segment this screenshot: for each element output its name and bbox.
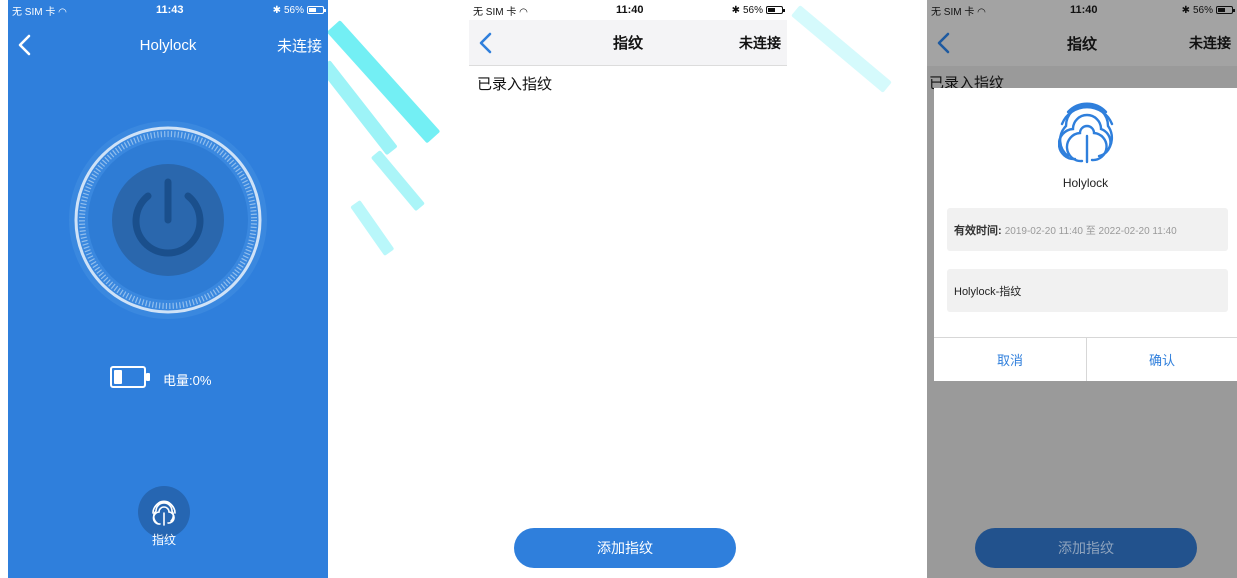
wifi-icon: ◠ xyxy=(977,6,986,18)
battery-percent: 56% xyxy=(1192,4,1213,16)
fingerprint-dialog-screen: 无 SIM 卡 ◠ 11:40 ✱ 56% 指纹 未连接 已录入指纹 Holyl… xyxy=(927,0,1237,578)
battery-percent: 56% xyxy=(283,4,304,16)
connection-status-button[interactable]: 未连接 xyxy=(739,33,781,53)
status-right: ✱ 56% xyxy=(731,4,785,16)
validity-label: 有效时间: xyxy=(954,224,1002,237)
cancel-button[interactable]: 取消 xyxy=(934,338,1086,381)
wifi-icon: ◠ xyxy=(519,6,528,18)
watermark xyxy=(370,150,425,212)
nav-bar: 指纹 未连接 xyxy=(469,20,787,66)
nav-bar: Holylock 未连接 xyxy=(8,22,328,68)
fingerprint-detail-dialog: Holylock 有效时间: 2019-02-20 11:40 至 2022-0… xyxy=(934,88,1237,381)
connection-status-button[interactable]: 未连接 xyxy=(1189,33,1231,53)
status-time: 11:43 xyxy=(155,4,184,16)
connection-status-button[interactable]: 未连接 xyxy=(277,35,322,56)
status-bar: 无 SIM 卡 ◠ 11:40 ✱ 56% xyxy=(469,0,787,20)
status-bar: 无 SIM 卡 ◠ 11:43 ✱ 56% xyxy=(8,0,328,20)
fingerprint-label: 指纹 xyxy=(151,533,176,547)
enrolled-fingerprints-heading: 已录入指纹 xyxy=(477,76,553,93)
watermark xyxy=(791,5,892,93)
status-bar: 无 SIM 卡 ◠ 11:40 ✱ 56% xyxy=(927,0,1237,20)
stage: 无 SIM 卡 ◠ 11:43 ✱ 56% Holylock 未连接 电量:0% xyxy=(0,0,1237,578)
carrier-label: 无 SIM 卡 ◠ xyxy=(473,6,528,18)
page-title: 指纹 xyxy=(1066,35,1097,53)
battery-icon xyxy=(306,6,326,14)
device-home-screen: 无 SIM 卡 ◠ 11:43 ✱ 56% Holylock 未连接 电量:0% xyxy=(8,0,328,578)
fingerprint-name-value: Holylock-指纹 xyxy=(954,285,1022,298)
status-time: 11:40 xyxy=(1069,4,1098,16)
back-chevron-icon[interactable] xyxy=(475,31,497,55)
status-time: 11:40 xyxy=(615,4,644,16)
battery-icon xyxy=(765,6,785,14)
status-right: ✱ 56% xyxy=(1181,4,1235,16)
validity-value: 2019-02-20 11:40 至 2022-02-20 11:40 xyxy=(1004,226,1177,237)
status-right: ✱ 56% xyxy=(272,4,326,16)
fingerprint-icon xyxy=(1058,102,1114,164)
wifi-icon: ◠ xyxy=(58,6,67,18)
battery-percent: 56% xyxy=(742,4,763,16)
carrier-label: 无 SIM 卡 ◠ xyxy=(931,6,986,18)
battery-level-label: 电量:0% xyxy=(163,373,212,388)
nav-bar: 指纹 未连接 xyxy=(927,20,1237,66)
battery-level-icon xyxy=(110,366,150,388)
page-title: 指纹 xyxy=(612,35,643,52)
bluetooth-icon: ✱ xyxy=(1181,4,1190,16)
device-name: Holylock xyxy=(1062,176,1109,190)
fingerprint-icon xyxy=(152,500,176,526)
validity-period-field[interactable]: 有效时间: 2019-02-20 11:40 至 2022-02-20 11:4… xyxy=(947,208,1228,251)
bluetooth-icon: ✱ xyxy=(731,4,740,16)
add-fingerprint-button[interactable]: 添加指纹 xyxy=(514,528,736,568)
back-chevron-icon[interactable] xyxy=(14,33,36,57)
add-fingerprint-button[interactable]: 添加指纹 xyxy=(975,528,1197,568)
bluetooth-icon: ✱ xyxy=(272,4,281,16)
carrier-label: 无 SIM 卡 ◠ xyxy=(12,6,67,18)
page-title: Holylock xyxy=(139,36,197,54)
battery-icon xyxy=(1215,6,1235,14)
fingerprint-name-field[interactable]: Holylock-指纹 xyxy=(947,269,1228,312)
fingerprint-list-screen: 无 SIM 卡 ◠ 11:40 ✱ 56% 指纹 未连接 已录入指纹 添加指纹 xyxy=(469,0,787,578)
back-chevron-icon[interactable] xyxy=(933,31,955,55)
confirm-button[interactable]: 确认 xyxy=(1087,338,1237,381)
power-button[interactable] xyxy=(68,120,268,320)
watermark xyxy=(350,200,395,257)
